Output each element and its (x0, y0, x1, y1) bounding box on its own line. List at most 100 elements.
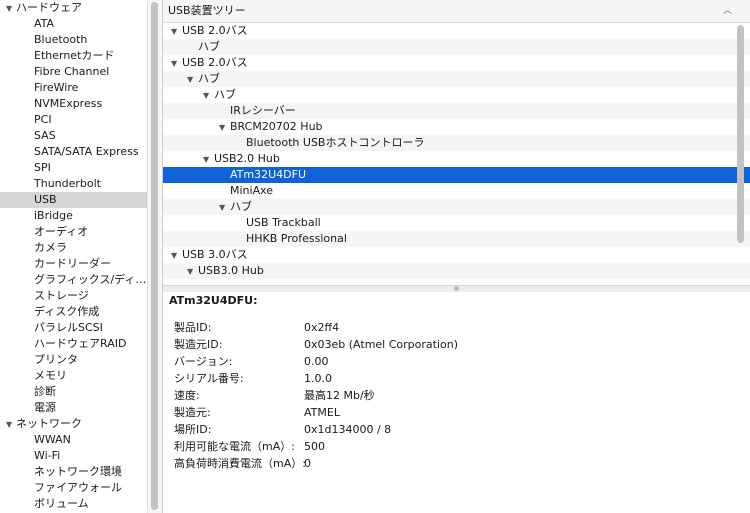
tree-header-title: USB装置ツリー (168, 4, 246, 17)
detail-title: ATm32U4DFU: (169, 294, 258, 307)
tree-row-label: USB Trackball (246, 216, 321, 229)
sidebar-item-wwan[interactable]: WWAN (0, 432, 147, 448)
disclosure-triangle-down-icon[interactable]: ▼ (203, 88, 214, 104)
sidebar-item-sata[interactable]: SATA/SATA Express (0, 144, 147, 160)
tree-column-header[interactable]: USB装置ツリー ︿ (163, 0, 750, 23)
disclosure-triangle-down-icon[interactable]: ▼ (171, 248, 182, 264)
tree-row-label: USB 2.0バス (182, 56, 248, 69)
tree-row-label: ハブ (230, 200, 252, 213)
disclosure-triangle-down-icon[interactable]: ▼ (6, 417, 16, 433)
sidebar-item-label: カードリーダー (34, 257, 111, 270)
sidebar-item-thunderbolt[interactable]: Thunderbolt (0, 176, 147, 192)
tree-row[interactable]: Bluetooth USBホストコントローラ (163, 135, 750, 151)
sidebar-item-nvmexpress[interactable]: NVMExpress (0, 96, 147, 112)
sidebar-item-label: Fibre Channel (34, 65, 110, 78)
sidebar-item-printers[interactable]: プリンタ (0, 352, 147, 368)
tree-row[interactable]: HHKB Professional (163, 231, 750, 247)
sidebar-item-label: WWAN (34, 433, 71, 446)
detail-key: 高負荷時消費電流（mA）: (174, 457, 306, 470)
sidebar-item-locations[interactable]: ネットワーク環境 (0, 464, 147, 480)
sidebar-item-memory[interactable]: メモリ (0, 368, 147, 384)
disclosure-triangle-down-icon[interactable]: ▼ (187, 72, 198, 88)
tree-row[interactable]: ▼ USB2.0 Hub (163, 151, 750, 167)
sidebar-item-ata[interactable]: ATA (0, 16, 147, 32)
sidebar-item-ibridge[interactable]: iBridge (0, 208, 147, 224)
tree-row-label: USB 2.0バス (182, 24, 248, 37)
sidebar-category-network[interactable]: ▼ ネットワーク (0, 416, 147, 432)
sidebar-item-camera[interactable]: カメラ (0, 240, 147, 256)
sidebar-item-volumes[interactable]: ボリューム (0, 496, 147, 512)
sidebar-item-diagnostics[interactable]: 診断 (0, 384, 147, 400)
tree-row[interactable]: ▼ ハブ (163, 199, 750, 215)
sidebar-item-hardware-raid[interactable]: ハードウェアRAID (0, 336, 147, 352)
tree-row[interactable]: IRレシーバー (163, 103, 750, 119)
disclosure-triangle-down-icon[interactable]: ▼ (171, 56, 182, 72)
drag-handle-icon[interactable] (454, 286, 459, 291)
sidebar-item-graphics[interactable]: グラフィックス/ディ… (0, 272, 147, 288)
detail-value: 最高12 Mb/秒 (304, 389, 375, 402)
device-detail-pane: ATm32U4DFU: 製品ID: 0x2ff4 製造元ID: 0x03eb (At… (163, 292, 750, 513)
disclosure-triangle-down-icon[interactable]: ▼ (203, 152, 214, 168)
sidebar-item-bluetooth[interactable]: Bluetooth (0, 32, 147, 48)
tree-row[interactable]: USB Trackball (163, 215, 750, 231)
disclosure-triangle-down-icon[interactable]: ▼ (171, 24, 182, 40)
sidebar-item-label: グラフィックス/ディ… (34, 273, 147, 286)
disclosure-triangle-down-icon[interactable]: ▼ (219, 200, 230, 216)
detail-value: 0x1d134000 / 8 (304, 423, 392, 436)
disclosure-triangle-down-icon[interactable]: ▼ (187, 264, 198, 280)
tree-row[interactable]: ▼ USB 3.0バス (163, 247, 744, 263)
sidebar-item-label: ファイアウォール (34, 481, 122, 494)
sidebar: ▼ ハードウェア ATA Bluetooth Ethernetカード Fibre … (0, 0, 147, 513)
sidebar-item-wifi[interactable]: Wi-Fi (0, 448, 147, 464)
sidebar-item-fibre-channel[interactable]: Fibre Channel (0, 64, 147, 80)
sidebar-item-pci[interactable]: PCI (0, 112, 147, 128)
tree-row[interactable]: ▼ ハブ (163, 87, 750, 103)
sidebar-item-power[interactable]: 電源 (0, 400, 147, 416)
tree-row[interactable]: ▼ BRCM20702 Hub (163, 119, 750, 135)
sidebar-item-storage[interactable]: ストレージ (0, 288, 147, 304)
tree-row-selected[interactable]: ATm32U4DFU (163, 167, 750, 183)
sidebar-item-firewall[interactable]: ファイアウォール (0, 480, 147, 496)
tree-row-label: MiniAxe (230, 184, 274, 197)
tree-scrollbar-thumb[interactable] (737, 25, 744, 243)
sidebar-item-label: ディスク作成 (34, 305, 100, 318)
sidebar-item-label: オーディオ (34, 225, 89, 238)
chevron-up-icon[interactable]: ︿ (723, 0, 732, 22)
sidebar-item-label: メモリ (34, 369, 67, 382)
sidebar-item-label: カメラ (34, 241, 67, 254)
sidebar-item-label: PCI (34, 113, 52, 126)
detail-key: シリアル番号: (174, 372, 244, 385)
disclosure-triangle-down-icon[interactable]: ▼ (6, 1, 16, 17)
sidebar-item-parallel-scsi[interactable]: パラレルSCSI (0, 320, 147, 336)
tree-row[interactable]: ▼ ハブ (163, 71, 750, 87)
sidebar-item-ethernet[interactable]: Ethernetカード (0, 48, 147, 64)
sidebar-scrollbar-thumb[interactable] (151, 2, 158, 510)
usb-device-tree: USB装置ツリー ︿ ▼ USB 2.0バス ハブ ▼ USB 2.0バス ▼ ハブ … (163, 0, 750, 285)
tree-row[interactable]: ▼ USB 2.0バス (163, 55, 744, 71)
tree-row-label: USB 3.0バス (182, 248, 248, 261)
tree-row-label: ハブ (214, 88, 236, 101)
sidebar-item-card-reader[interactable]: カードリーダー (0, 256, 147, 272)
sidebar-item-audio[interactable]: オーディオ (0, 224, 147, 240)
sidebar-item-label: 電源 (34, 401, 56, 414)
sidebar-item-usb[interactable]: USB (0, 192, 147, 208)
sidebar-item-label: SATA/SATA Express (34, 145, 139, 158)
sidebar-item-firewire[interactable]: FireWire (0, 80, 147, 96)
tree-row[interactable]: ▼ USB 2.0バス (163, 23, 744, 39)
sidebar-item-spi[interactable]: SPI (0, 160, 147, 176)
detail-value: 500 (304, 440, 325, 453)
sidebar-item-label: ATA (34, 17, 55, 30)
disclosure-triangle-down-icon[interactable]: ▼ (219, 120, 230, 136)
detail-key: 製造元ID: (174, 338, 223, 351)
sidebar-item-label: Ethernetカード (34, 49, 115, 62)
sidebar-item-sas[interactable]: SAS (0, 128, 147, 144)
sidebar-item-label: ストレージ (34, 289, 89, 302)
tree-row[interactable]: MiniAxe (163, 183, 750, 199)
detail-value: 1.0.0 (304, 372, 332, 385)
sidebar-category-hardware[interactable]: ▼ ハードウェア (0, 0, 147, 16)
sidebar-item-disc-burning[interactable]: ディスク作成 (0, 304, 147, 320)
tree-row-label: HHKB Professional (246, 232, 347, 245)
sidebar-item-label: ネットワーク環境 (34, 465, 122, 478)
tree-row[interactable]: ▼ USB3.0 Hub (163, 263, 750, 279)
tree-row[interactable]: ハブ (163, 39, 750, 55)
